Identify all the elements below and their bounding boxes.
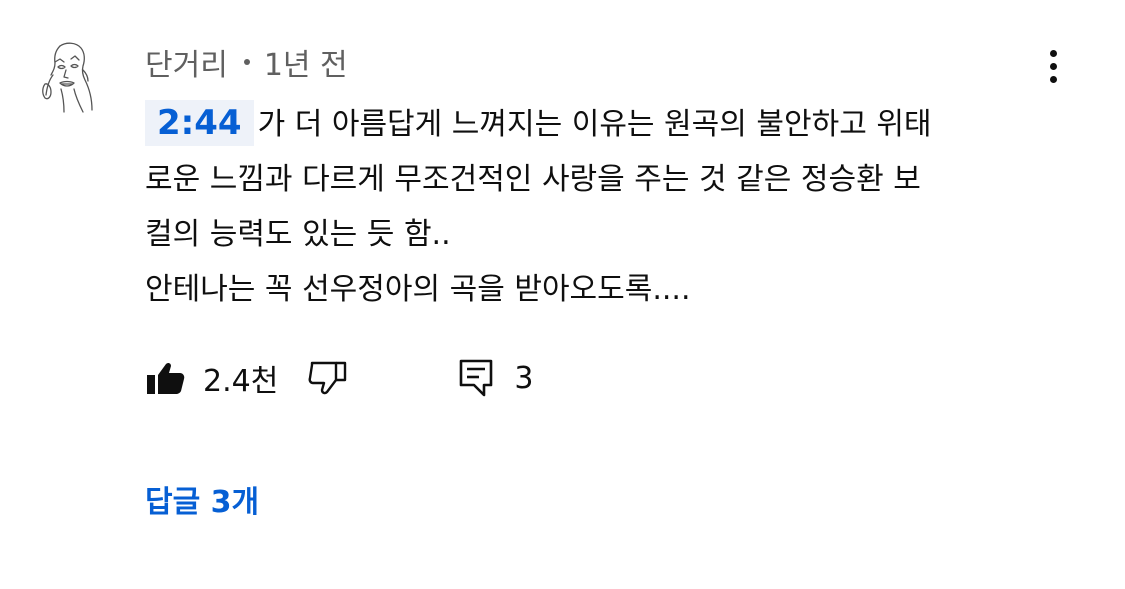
like-count: 2.4천: [203, 364, 279, 399]
avatar-sketch-icon: [42, 42, 93, 113]
comment-text: 2:44 가 더 아름답게 느껴지는 이유는 원곡의 불안하고 위태 로운 느낌과…: [145, 97, 1045, 317]
view-replies-button[interactable]: 답글 3개: [145, 476, 259, 522]
comment-line: 컬의 능력도 있는 듯 함..: [145, 217, 451, 252]
dislike-button[interactable]: [308, 360, 348, 396]
thumbs-up-filled-icon: [147, 362, 185, 394]
comment-time[interactable]: 1년 전: [264, 40, 348, 84]
like-button[interactable]: [145, 360, 185, 396]
reply-count: 3: [514, 360, 534, 396]
more-options-button[interactable]: [1033, 42, 1073, 90]
comment-actions: 2.4천 3: [145, 355, 533, 401]
timestamp-link[interactable]: 2:44: [145, 100, 254, 146]
comment-line: 2:44 가 더 아름답게 느껴지는 이유는 원곡의 불안하고 위태: [145, 97, 1045, 152]
reply-button[interactable]: [458, 358, 494, 398]
comment-line: 로운 느낌과 다르게 무조건적인 사랑을 주는 것 같은 정승환 보: [145, 162, 921, 197]
comment-icon: [460, 359, 493, 397]
separator-dot: [243, 59, 250, 65]
comment-line: 안테나는 꼭 선우정아의 곡을 받아오도록....: [145, 272, 691, 307]
thumbs-down-outline-icon: [308, 361, 347, 395]
avatar[interactable]: [36, 40, 106, 116]
more-vertical-icon: [1049, 49, 1057, 57]
comment-header: 단거리 1년 전: [145, 40, 348, 84]
author-name[interactable]: 단거리: [145, 40, 228, 84]
comment-text-segment: 가 더 아름답게 느껴지는 이유는 원곡의 불안하고 위태: [257, 107, 932, 142]
